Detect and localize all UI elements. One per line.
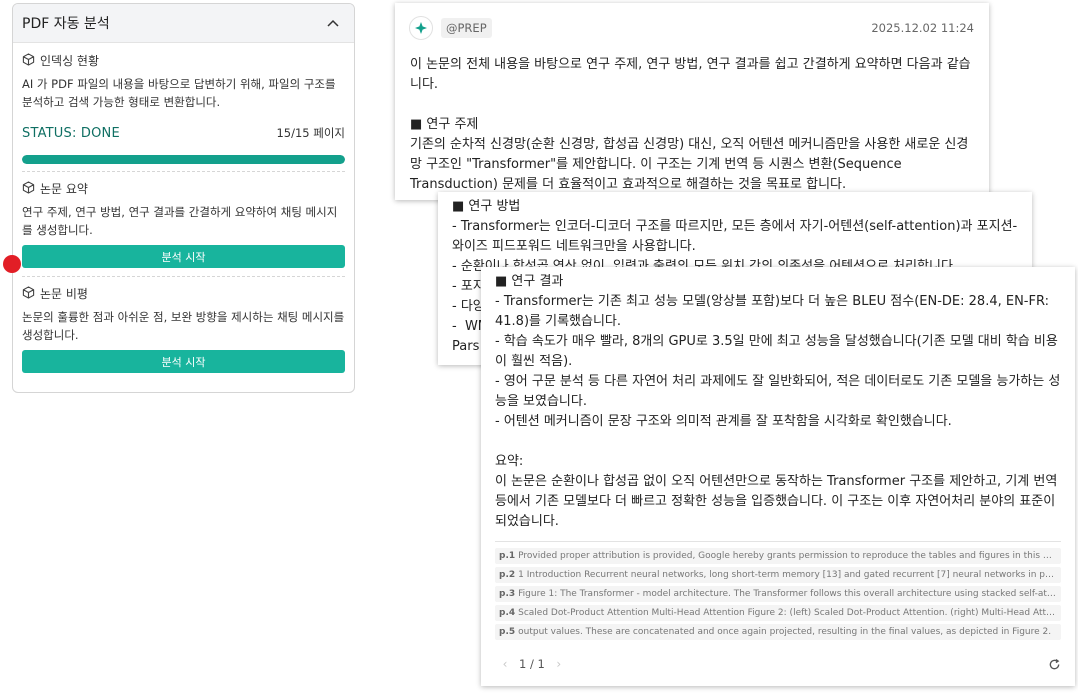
reference-page: p.2 xyxy=(499,570,516,580)
page-indicator: 1 / 1 xyxy=(519,657,545,671)
reference-page: p.4 xyxy=(499,608,516,618)
panel-title: PDF 자동 분석 xyxy=(22,16,110,32)
reference-item[interactable]: p.3 Figure 1: The Transformer - model arc… xyxy=(495,586,1061,602)
reference-text: Figure 1: The Transformer - model archit… xyxy=(518,589,1061,599)
cube-icon xyxy=(22,285,35,302)
reference-text: output values. These are concatenated an… xyxy=(518,627,1052,637)
reference-text: Provided proper attribution is provided,… xyxy=(518,551,1061,561)
reference-list: p.1 Provided proper attribution is provid… xyxy=(495,541,1061,640)
cube-icon xyxy=(22,180,35,197)
mention-tag: @PREP xyxy=(441,18,492,38)
message-body: 이 논문의 전체 내용을 바탕으로 연구 주제, 연구 방법, 연구 결과를 쉽… xyxy=(410,57,971,192)
chevron-right-icon[interactable]: › xyxy=(549,657,569,671)
summary-title: 논문 요약 xyxy=(40,182,88,196)
reference-page: p.3 xyxy=(499,589,516,599)
critique-start-button[interactable]: 분석 시작 xyxy=(22,350,345,373)
panel-header: PDF 자동 분석 xyxy=(13,4,354,43)
page-count: 15/15 페이지 xyxy=(276,126,345,140)
summary-section: 논문 요약 연구 주제, 연구 방법, 연구 결과를 간결하게 요약하여 채팅 … xyxy=(13,180,354,268)
reference-item[interactable]: p.4 Scaled Dot-Product Attention Multi-He… xyxy=(495,605,1061,621)
annotation-marker xyxy=(3,255,21,273)
progress-fill xyxy=(22,155,345,164)
indexing-progress-bar xyxy=(22,155,345,164)
indexing-description: AI 가 PDF 파일의 내용을 바탕으로 답변하기 위해, 파일의 구조를 분… xyxy=(22,77,336,109)
summary-start-button[interactable]: 분석 시작 xyxy=(22,245,345,268)
status-text: STATUS: DONE xyxy=(22,125,120,141)
chat-message-card: @PREP 2025.12.02 11:24 이 논문의 전체 내용을 바탕으로… xyxy=(395,3,989,200)
critique-title: 논문 비평 xyxy=(40,287,88,301)
sparkle-logo-icon xyxy=(409,16,433,40)
summary-description: 연구 주제, 연구 방법, 연구 결과를 간결하게 요약하여 채팅 메시지를 생… xyxy=(22,205,338,237)
message-timestamp: 2025.12.02 11:24 xyxy=(871,21,974,35)
chat-message-card: ■ 연구 결과 - Transformer는 기존 최고 성능 모델(앙상블 포… xyxy=(481,267,1075,686)
indexing-title: 인덱싱 현황 xyxy=(40,54,100,68)
reference-page: p.1 xyxy=(499,551,516,561)
critique-section: 논문 비평 논문의 훌륭한 점과 아쉬운 점, 보완 방향을 제시하는 채팅 메… xyxy=(13,285,354,373)
indexing-section: 인덱싱 현황 AI 가 PDF 파일의 내용을 바탕으로 답변하기 위해, 파일… xyxy=(13,52,354,164)
pagination: ‹ 1 / 1 › xyxy=(495,656,1061,672)
chevron-left-icon[interactable]: ‹ xyxy=(495,657,515,671)
reference-text: Scaled Dot-Product Attention Multi-Head … xyxy=(518,608,1061,618)
reference-text: 1 Introduction Recurrent neural networks… xyxy=(518,570,1061,580)
critique-description: 논문의 훌륭한 점과 아쉬운 점, 보완 방향을 제시하는 채팅 메시지를 생성… xyxy=(22,310,345,342)
divider xyxy=(22,276,345,277)
refresh-icon[interactable] xyxy=(1048,658,1061,671)
divider xyxy=(22,171,345,172)
cube-icon xyxy=(22,52,35,69)
reference-page: p.5 xyxy=(499,627,516,637)
message-header: @PREP 2025.12.02 11:24 xyxy=(409,16,974,40)
pdf-analysis-panel: PDF 자동 분석 인덱싱 현황 AI 가 PDF 파일의 내용을 바탕으로 답… xyxy=(12,3,355,393)
chevron-up-icon[interactable] xyxy=(321,11,345,35)
reference-item[interactable]: p.1 Provided proper attribution is provid… xyxy=(495,548,1061,564)
reference-item[interactable]: p.2 1 Introduction Recurrent neural netwo… xyxy=(495,567,1061,583)
message-body: ■ 연구 결과 - Transformer는 기존 최고 성능 모델(앙상블 포… xyxy=(495,274,1061,529)
reference-item[interactable]: p.5 output values. These are concatenated… xyxy=(495,624,1061,640)
